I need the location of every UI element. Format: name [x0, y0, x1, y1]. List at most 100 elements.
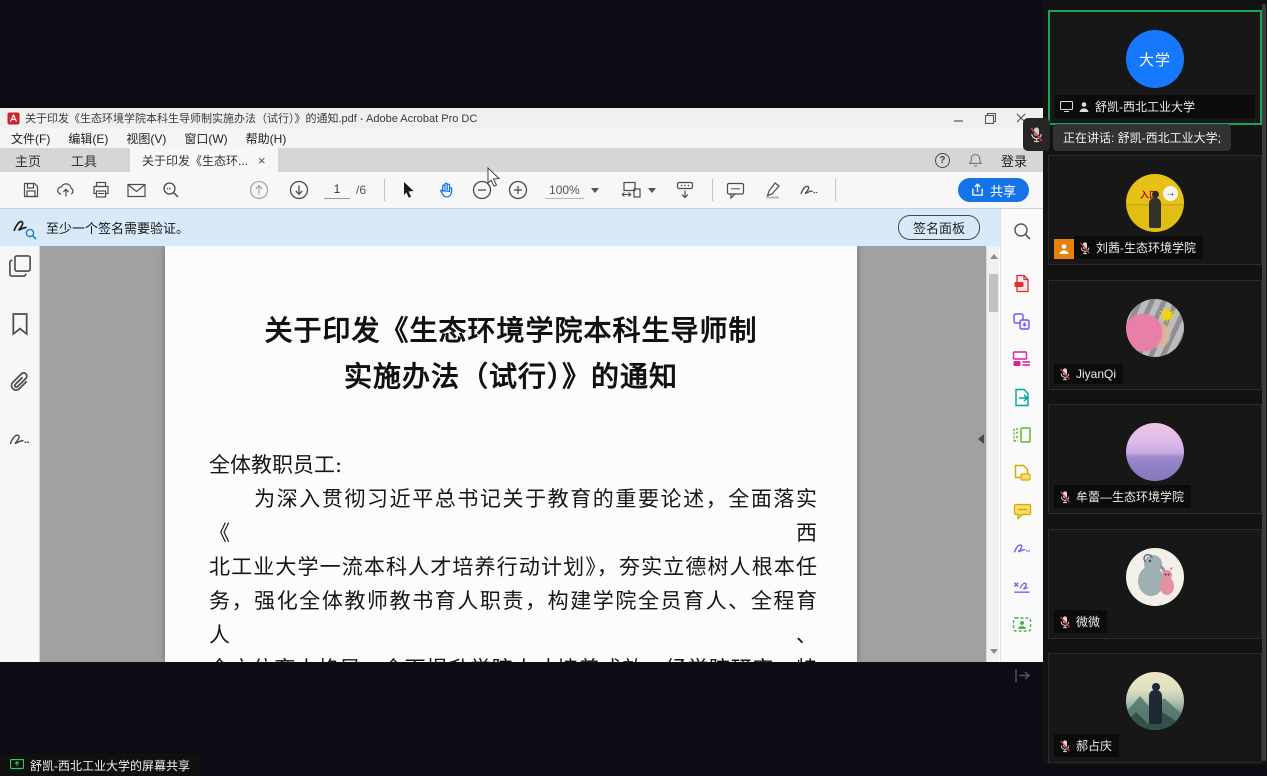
screen-share-icon [1060, 101, 1073, 112]
participants-scrollbar[interactable] [1262, 4, 1266, 761]
scroll-down-icon[interactable] [990, 649, 998, 654]
participant-name-bar: 牟蕾—生态环境学院 [1054, 485, 1191, 508]
tab-bar: 主页 工具 关于印发《生态环... × ? 登录 [0, 148, 1043, 172]
window-titlebar[interactable]: 关于印发《生态环境学院本科生导师制实施办法（试行）》的通知.pdf - Adob… [0, 108, 1043, 128]
mic-muted-icon [1029, 126, 1044, 143]
page-scrolling-icon[interactable] [674, 179, 696, 201]
zoom-dropdown-icon[interactable] [591, 188, 599, 193]
avatar-elephant-pig-art [1126, 548, 1184, 606]
participant-tile[interactable]: 微微 [1048, 529, 1262, 639]
participant-name: 舒凯-西北工业大学 [1095, 98, 1195, 115]
participant-name: 刘茜-生态环境学院 [1096, 239, 1196, 256]
tool-scan-ocr-icon[interactable] [1010, 613, 1034, 637]
main-toolbar: 1 /6 100% 共享 [0, 172, 1043, 209]
tool-edit-pdf-icon[interactable] [1010, 347, 1034, 371]
scroll-up-icon[interactable] [990, 254, 998, 259]
menu-view[interactable]: 视图(V) [117, 130, 175, 147]
page-thumbnails-icon[interactable] [8, 254, 32, 278]
mic-muted-icon [1059, 615, 1071, 629]
save-icon[interactable] [20, 179, 42, 201]
tab-close-icon[interactable]: × [258, 153, 266, 168]
scrollbar-thumb[interactable] [989, 274, 998, 312]
participant-tile[interactable]: 入口 → 刘茜-生态环境学院 [1048, 155, 1262, 265]
participant-name: JiyanQi [1076, 367, 1116, 381]
menu-help[interactable]: 帮助(H) [237, 130, 296, 147]
participant-tile[interactable]: 牟蕾—生态环境学院 [1048, 404, 1262, 514]
share-button[interactable]: 共享 [958, 178, 1029, 202]
tab-document[interactable]: 关于印发《生态环... × [130, 148, 278, 172]
tool-search-icon[interactable] [1010, 219, 1034, 243]
fill-sign-icon[interactable] [799, 179, 821, 201]
mic-muted-badge[interactable] [1023, 118, 1050, 151]
tab-document-label: 关于印发《生态环... [142, 152, 248, 169]
bookmarks-icon[interactable] [8, 312, 32, 336]
document-scrollbar[interactable] [986, 246, 999, 662]
right-panel-collapse-icon[interactable] [978, 434, 984, 444]
participant-name: 微微 [1076, 613, 1100, 630]
mic-muted-icon [1079, 241, 1091, 255]
signatures-panel-icon[interactable] [8, 428, 32, 452]
attachments-icon[interactable] [8, 370, 32, 394]
help-icon[interactable]: ? [935, 153, 950, 168]
participants-panel: 大学 舒凯-西北工业大学 入口 → 刘茜-生态环境学院 JiyanQi [1043, 0, 1267, 765]
tool-send-for-comments-icon[interactable] [1010, 461, 1034, 485]
tool-create-pdf-icon[interactable] [1010, 271, 1034, 295]
maximize-button[interactable] [979, 111, 1001, 125]
signature-panel-button[interactable]: 签名面板 [898, 215, 980, 240]
hand-tool-icon[interactable] [435, 179, 457, 201]
tool-organize-pages-icon[interactable] [1010, 423, 1034, 447]
avatar [1126, 548, 1184, 606]
participant-name-bar: 微微 [1054, 610, 1107, 633]
host-badge-icon [1054, 239, 1074, 259]
upload-cloud-icon[interactable] [55, 179, 77, 201]
page-number-input[interactable]: 1 [324, 182, 350, 199]
avatar [1126, 672, 1184, 730]
page-total-label: /6 [356, 183, 366, 197]
previous-page-icon[interactable] [248, 179, 270, 201]
email-icon[interactable] [125, 179, 147, 201]
tool-export-pdf-icon[interactable] [1010, 385, 1034, 409]
comment-icon[interactable] [725, 179, 747, 201]
signin-button[interactable]: 登录 [1001, 151, 1027, 170]
mouse-cursor [487, 167, 501, 187]
mic-muted-icon [1059, 490, 1071, 504]
window-title: 关于印发《生态环境学院本科生导师制实施办法（试行）》的通知.pdf - Adob… [25, 110, 477, 126]
tools-rail [1000, 209, 1043, 662]
highlight-icon[interactable] [762, 179, 784, 201]
search-icon[interactable] [160, 179, 182, 201]
menu-window[interactable]: 窗口(W) [175, 130, 236, 147]
select-tool-icon[interactable] [397, 179, 419, 201]
avatar: 大学 [1126, 30, 1184, 88]
speaking-notice: 正在讲话: 舒凯-西北工业大学; [1053, 124, 1231, 151]
fit-width-icon[interactable] [621, 179, 643, 201]
menu-edit[interactable]: 编辑(E) [59, 130, 117, 147]
tab-tools[interactable]: 工具 [56, 148, 112, 172]
tools-expand-icon[interactable] [1010, 663, 1034, 687]
minimize-button[interactable] [948, 111, 970, 125]
document-canvas[interactable]: 关于印发《生态环境学院本科生导师制 实施办法（试行）》的通知 全体教职员工: 为… [40, 246, 986, 662]
fit-dropdown-icon[interactable] [648, 188, 656, 193]
tool-certificates-icon[interactable] [1010, 575, 1034, 599]
bell-icon[interactable] [968, 152, 983, 168]
menu-file[interactable]: 文件(F) [2, 130, 59, 147]
person-icon [1078, 101, 1090, 113]
next-page-icon[interactable] [288, 179, 310, 201]
signature-notice-bar: 至少一个签名需要验证。 签名面板 [0, 209, 1000, 246]
tab-home[interactable]: 主页 [0, 148, 56, 172]
document-title: 关于印发《生态环境学院本科生导师制 实施办法（试行）》的通知 [165, 308, 857, 400]
participant-tile[interactable]: 大学 舒凯-西北工业大学 [1048, 10, 1262, 125]
participant-name-bar: 舒凯-西北工业大学 [1055, 95, 1255, 118]
zoom-in-icon[interactable] [507, 179, 529, 201]
tool-fill-sign-icon[interactable] [1010, 537, 1034, 561]
left-nav-rail [0, 246, 40, 662]
zoom-level-value[interactable]: 100% [545, 182, 584, 199]
print-icon[interactable] [90, 179, 112, 201]
tool-comment-icon[interactable] [1010, 499, 1034, 523]
participant-tile[interactable]: 郝占庆 [1048, 653, 1262, 763]
pdf-app-icon [7, 112, 20, 125]
share-export-icon [971, 183, 984, 197]
participant-tile[interactable]: JiyanQi [1048, 280, 1262, 390]
tool-combine-files-icon[interactable] [1010, 309, 1034, 333]
acrobat-window: 关于印发《生态环境学院本科生导师制实施办法（试行）》的通知.pdf - Adob… [0, 108, 1043, 662]
participant-name-bar: 郝占庆 [1054, 734, 1119, 757]
